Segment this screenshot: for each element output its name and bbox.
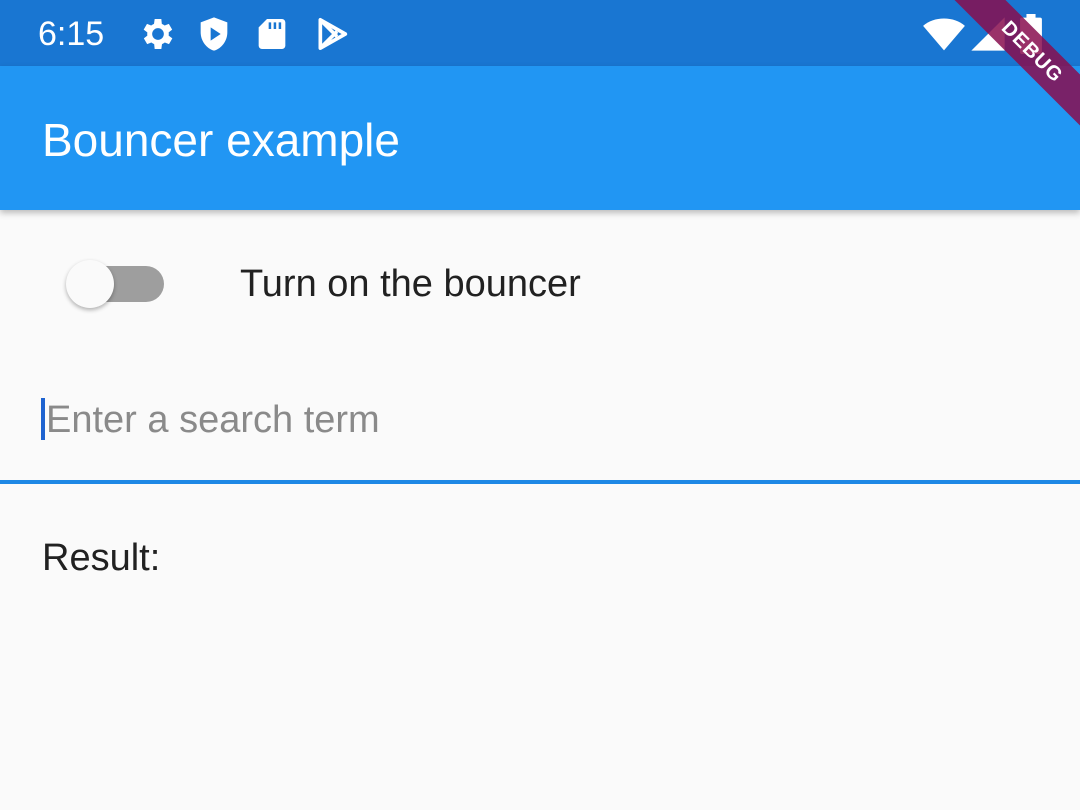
switch-thumb[interactable] xyxy=(66,260,114,308)
search-underline xyxy=(0,480,1080,484)
status-time: 6:15 xyxy=(38,15,105,53)
status-bar: 6:15 xyxy=(0,0,1080,66)
text-cursor xyxy=(41,398,45,440)
sd-card-icon xyxy=(252,14,292,54)
search-field[interactable] xyxy=(0,380,1080,488)
shield-icon xyxy=(194,14,234,54)
app-bar: Bouncer example xyxy=(0,66,1080,210)
bouncer-switch[interactable] xyxy=(66,260,164,308)
cell-signal-icon xyxy=(968,14,1008,54)
bouncer-toggle-label: Turn on the bouncer xyxy=(240,263,581,305)
result-label: Result: xyxy=(42,537,161,579)
play-store-icon xyxy=(312,14,352,54)
search-input[interactable] xyxy=(42,394,1046,446)
battery-icon xyxy=(1018,14,1044,54)
wifi-icon xyxy=(922,14,966,54)
gear-icon xyxy=(138,14,178,54)
bouncer-toggle-row[interactable]: Turn on the bouncer xyxy=(0,210,1080,360)
page-title: Bouncer example xyxy=(42,114,400,166)
